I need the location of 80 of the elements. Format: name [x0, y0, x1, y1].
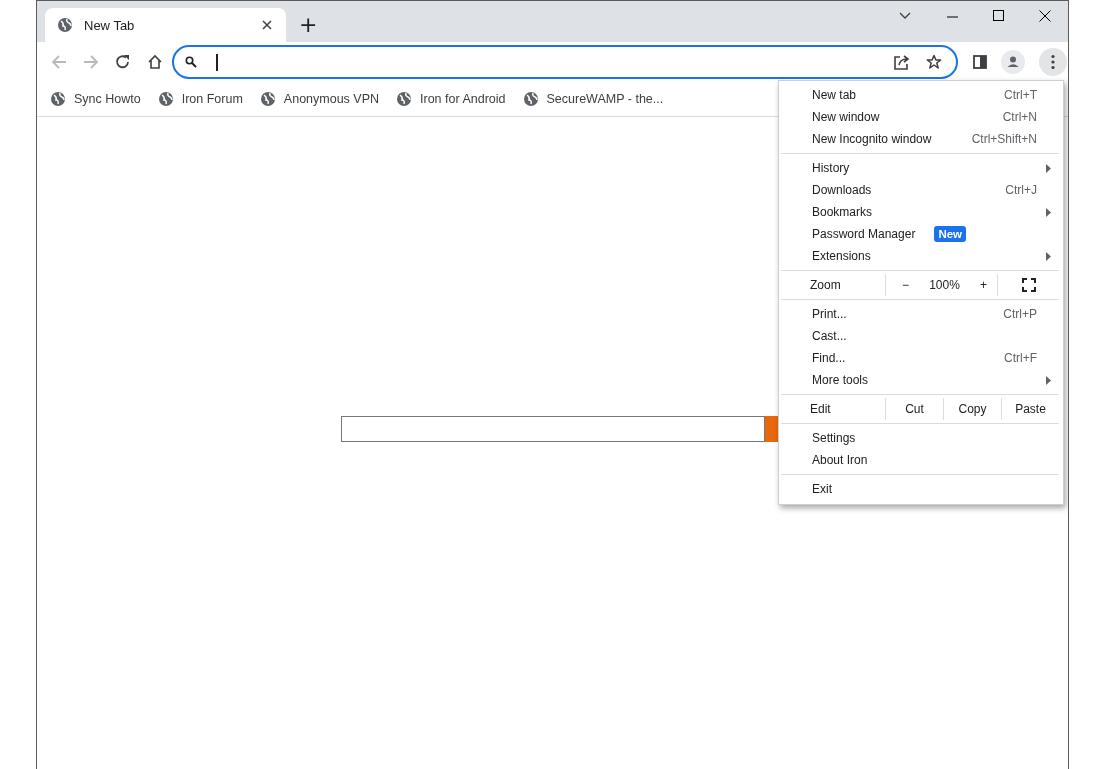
- bookmark-item[interactable]: Iron Forum: [157, 91, 243, 107]
- profile-icon[interactable]: [1001, 50, 1025, 74]
- shortcut-label: Ctrl+Shift+N: [971, 132, 1037, 146]
- menu-item[interactable]: Print... Ctrl+P: [779, 303, 1063, 325]
- share-icon[interactable]: [893, 54, 910, 70]
- globe-icon: [57, 17, 73, 33]
- shortcut-label: Ctrl+F: [1004, 351, 1037, 365]
- close-icon[interactable]: [1039, 10, 1051, 22]
- edit-action-button[interactable]: Paste: [1001, 398, 1059, 420]
- address-bar[interactable]: [172, 45, 958, 79]
- search-icon: [185, 56, 197, 68]
- bookmark-item[interactable]: Iron for Android: [396, 91, 506, 107]
- zoom-out-button[interactable]: −: [898, 278, 913, 292]
- menu-item-label: Edit: [809, 402, 832, 416]
- menu-icon[interactable]: [1039, 48, 1067, 76]
- globe-icon: [259, 91, 276, 107]
- maximize-icon[interactable]: [993, 10, 1004, 21]
- shortcut-label: Ctrl+P: [1003, 307, 1037, 321]
- bookmark-item[interactable]: Sync Howto: [50, 91, 141, 107]
- fullscreen-icon[interactable]: [1021, 278, 1036, 292]
- menu-item[interactable]: Extensions: [779, 245, 1063, 267]
- menu-item-label: Cast...: [812, 329, 847, 343]
- globe-icon: [157, 91, 174, 107]
- browser-tab[interactable]: New Tab: [45, 8, 286, 42]
- close-icon[interactable]: [262, 20, 272, 30]
- menu-item-label: Password Manager: [812, 227, 916, 241]
- chevron-down-icon[interactable]: [899, 12, 911, 20]
- zoom-level: 100%: [929, 278, 960, 292]
- menu-item[interactable]: Exit: [779, 478, 1063, 500]
- home-icon[interactable]: [147, 54, 163, 70]
- bookmark-item[interactable]: Anonymous VPN: [259, 91, 380, 107]
- new-tab-button[interactable]: +: [297, 13, 320, 36]
- reload-icon[interactable]: [115, 54, 131, 70]
- bookmark-label: Iron Forum: [181, 92, 243, 106]
- bookmark-label: Iron for Android: [420, 92, 506, 106]
- menu-item[interactable]: Settings: [779, 427, 1063, 449]
- menu-item[interactable]: Cast...: [779, 325, 1063, 347]
- menu-item-label: Find...: [812, 351, 846, 365]
- menu-item[interactable]: More tools: [779, 369, 1063, 391]
- menu-item[interactable]: Bookmarks: [779, 201, 1063, 223]
- shortcut-label: Ctrl+T: [1004, 88, 1037, 102]
- globe-icon: [396, 91, 413, 107]
- menu-item-label: Zoom: [809, 278, 842, 292]
- menu-item[interactable]: Downloads Ctrl+J: [779, 179, 1063, 201]
- menu-item[interactable]: Find... Ctrl+F: [779, 347, 1063, 369]
- menu-item-label: About Iron: [812, 453, 868, 467]
- globe-icon: [50, 91, 66, 107]
- menu-item-label: New tab: [812, 88, 857, 102]
- menu-item-label: New Incognito window: [812, 132, 932, 146]
- menu-item-label: Print...: [812, 307, 847, 321]
- menu-item[interactable]: New window Ctrl+N: [779, 106, 1063, 128]
- menu-item-label: Settings: [812, 431, 856, 445]
- shortcut-label: Ctrl+J: [1005, 183, 1037, 197]
- shortcut-label: Ctrl+N: [1002, 110, 1037, 124]
- bookmark-label: Anonymous VPN: [283, 92, 380, 106]
- tab-title: New Tab: [84, 17, 136, 33]
- menu-item[interactable]: Password Manager New: [779, 223, 1063, 245]
- edit-action-button[interactable]: Copy: [943, 398, 1001, 420]
- star-icon[interactable]: [926, 54, 942, 70]
- menu-item[interactable]: New Incognito window Ctrl+Shift+N: [779, 128, 1063, 150]
- edit-action-button[interactable]: Cut: [885, 398, 943, 420]
- bookmark-item[interactable]: SecureWAMP - the...: [522, 91, 664, 107]
- globe-icon: [522, 91, 539, 107]
- menu-item-label: History: [812, 161, 850, 175]
- menu-item-label: More tools: [812, 373, 869, 387]
- side-panel-icon[interactable]: [973, 55, 987, 69]
- new-badge: New: [934, 226, 967, 242]
- bookmark-label: SecureWAMP - the...: [546, 92, 664, 106]
- menu-item-label: New window: [812, 110, 880, 124]
- menu-item-label: Exit: [812, 482, 832, 496]
- text-cursor: [216, 53, 218, 71]
- search-field[interactable]: [341, 416, 765, 442]
- zoom-in-button[interactable]: +: [975, 278, 991, 292]
- bookmark-label: Sync Howto: [74, 92, 141, 106]
- menu-item[interactable]: About Iron: [779, 449, 1063, 471]
- menu-item[interactable]: New tab Ctrl+T: [779, 84, 1063, 106]
- menu-item[interactable]: History: [779, 157, 1063, 179]
- menu-item-label: Bookmarks: [812, 205, 873, 219]
- menu-item-label: Extensions: [812, 249, 871, 263]
- menu-item-label: Downloads: [812, 183, 872, 197]
